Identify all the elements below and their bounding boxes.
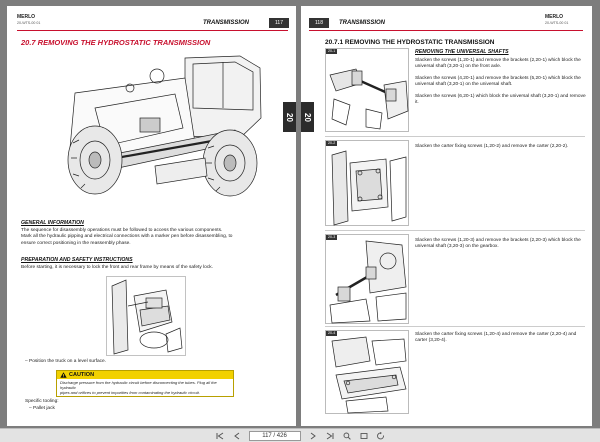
figure-tag: 20-2: [326, 141, 338, 146]
caution-text: Discharge pressure from the hydraulic ci…: [60, 380, 217, 395]
brand-logo: MERLO 20-WTS-00 01: [545, 14, 569, 25]
chapter-tab: 20: [283, 102, 296, 132]
fit-width-icon: [360, 432, 367, 439]
header-divider: [17, 30, 288, 31]
figure-tag: 20-4: [326, 331, 338, 336]
last-page-icon: [326, 432, 333, 439]
figure-divider: [325, 326, 585, 327]
section-title: 20.7.1 REMOVING THE HYDROSTATIC TRANSMIS…: [325, 39, 495, 46]
page-number: 118: [309, 18, 329, 28]
specific-tooling-heading: Specific tooling:: [25, 399, 59, 404]
telehandler-illustration: [67, 55, 262, 197]
figure-tag: 20-1: [326, 49, 338, 54]
rotate-button[interactable]: [376, 431, 386, 441]
figure-20-1: 20-1: [325, 48, 409, 132]
position-instruction: – Position the truck on a level surface.: [25, 359, 107, 364]
previous-page-icon: [233, 432, 239, 439]
page-number-field[interactable]: 117 / 426: [248, 430, 301, 441]
figure-20-2: 20-2: [325, 140, 409, 226]
figure-divider: [325, 136, 585, 137]
document-viewer: MERLO 20-WTS-00 01 TRANSMISSION 117 20 2…: [0, 0, 600, 428]
section-title: 20.7 REMOVING THE HYDROSTATIC TRANSMISSI…: [21, 38, 211, 47]
header-title: TRANSMISSION: [203, 20, 250, 26]
lower-carter-illustration: [331, 336, 407, 414]
caution-box: CAUTION Discharge pressure from the hydr…: [56, 370, 234, 397]
figure-20-4: 20-4: [325, 330, 409, 414]
previous-page-button[interactable]: [232, 431, 242, 441]
page-number: 117: [269, 18, 289, 28]
figure-tag: 20-3: [326, 235, 338, 240]
preparation-text: Before starting, it is necessary to lock…: [21, 265, 213, 270]
caution-header: CAUTION: [57, 371, 233, 379]
general-information-text: The sequence for disassembly operations …: [21, 228, 233, 246]
viewer-toolbar: 117 / 426: [0, 428, 600, 442]
rotate-icon: [376, 431, 384, 439]
figure-20-4-instructions: Slacken the carter fixing screws (1,20-4…: [415, 332, 577, 344]
subsection-title: REMOVING THE UNIVERSAL SHAFTS: [415, 49, 509, 55]
warning-icon: [60, 372, 67, 378]
figure-20-2-instructions: Slacken the carter fixing screws (1,20-2…: [415, 144, 569, 149]
carter-illustration: [331, 150, 407, 226]
universal-shaft-illustration: [329, 68, 409, 130]
right-page: 118 TRANSMISSION MERLO 20-WTS-00 01 20 2…: [301, 6, 592, 426]
left-page: MERLO 20-WTS-00 01 TRANSMISSION 117 20 2…: [7, 6, 296, 426]
preparation-heading: PREPARATION AND SAFETY INSTRUCTIONS: [21, 257, 133, 263]
chapter-tab: 20: [301, 102, 314, 132]
last-page-button[interactable]: [325, 431, 335, 441]
safety-lock-illustration: [106, 276, 186, 356]
header-divider: [309, 30, 583, 31]
brand-logo: MERLO 20-WTS-00 01: [17, 14, 41, 25]
figure-20-3-instructions: Slacken the screws (1,20-3) and remove t…: [415, 238, 581, 250]
next-page-icon: [310, 432, 316, 439]
figure-divider: [325, 230, 585, 231]
figure-20-1-instructions: Slacken the screws (1,20-1) and remove t…: [415, 58, 586, 106]
first-page-button[interactable]: [215, 431, 225, 441]
gearbox-shaft-illustration: [329, 240, 407, 324]
first-page-icon: [216, 432, 223, 439]
zoom-button[interactable]: [342, 431, 352, 441]
next-page-button[interactable]: [308, 431, 318, 441]
fit-width-button[interactable]: [359, 431, 369, 441]
zoom-icon: [343, 432, 351, 440]
figure-20-3: 20-3: [325, 234, 409, 324]
header-title: TRANSMISSION: [339, 20, 386, 26]
general-information-heading: GENERAL INFORMATION: [21, 220, 84, 226]
specific-tooling-item: – Pallet jack: [29, 406, 55, 411]
